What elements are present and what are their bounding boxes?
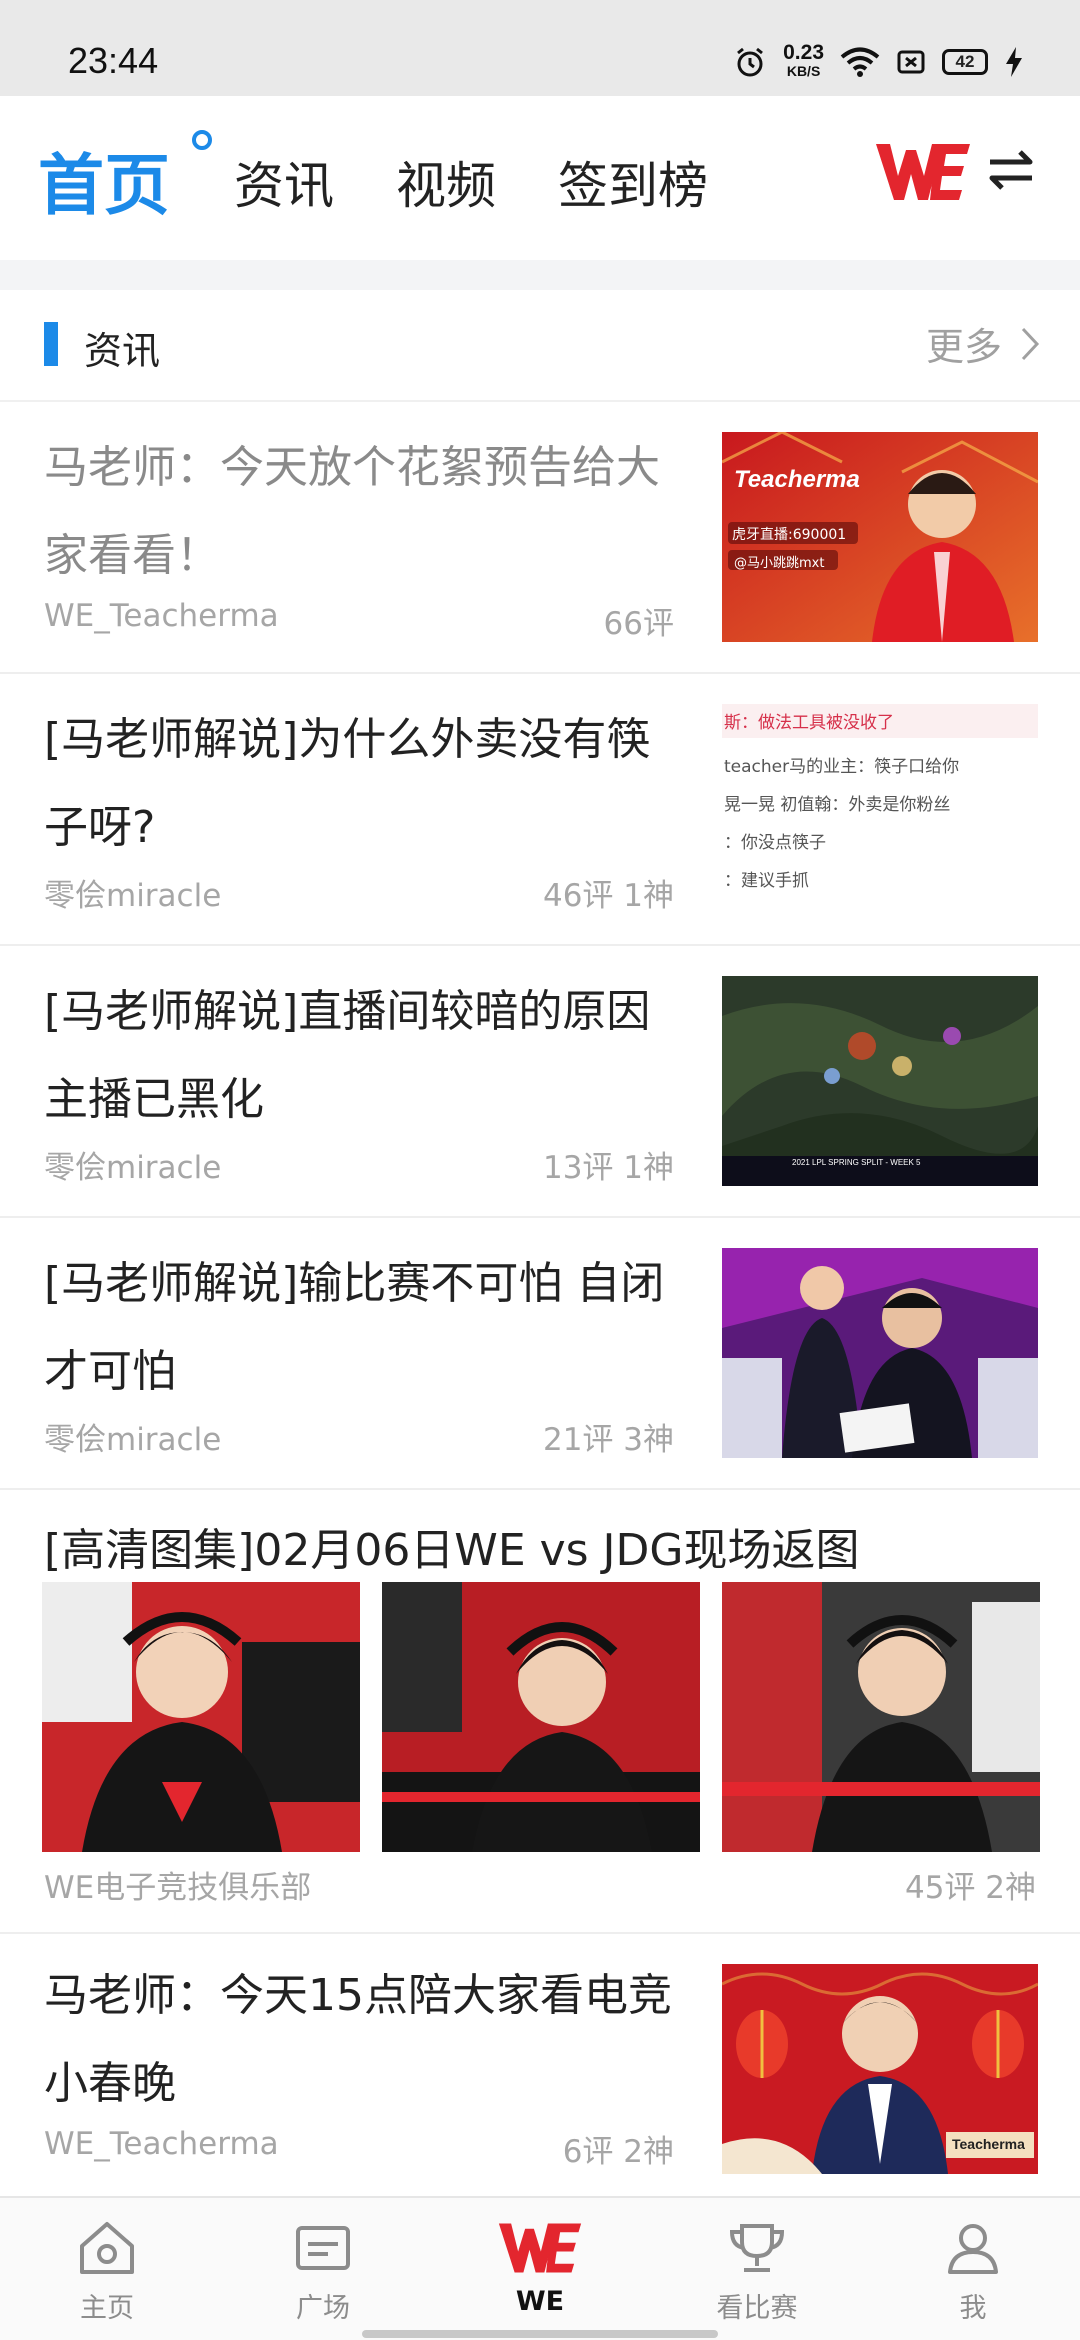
news-title: [马老师解说]为什么外卖没有筷子呀?	[44, 714, 651, 853]
tab-checkin-rank[interactable]: 签到榜	[558, 146, 708, 218]
no-sim-icon	[897, 50, 925, 74]
chat-line: teacher马的业主：筷子口给你	[724, 757, 960, 777]
chevron-right-icon	[1021, 327, 1040, 360]
news-title: [马老师解说]直播间较暗的原因 主播已黑化	[44, 986, 651, 1125]
bottom-nav: 主页 广场 WE 看比赛 我	[0, 2196, 1080, 2340]
news-item[interactable]: 马老师：今天放个花絮预告给大家看看！ WE_Teacherma 66评 Teac…	[0, 402, 1080, 674]
divider-band	[0, 260, 1080, 290]
thumb-caption: Teacherma	[734, 466, 860, 493]
status-icons: 0.23 KB/S 42	[733, 41, 1024, 80]
bottom-nav-matches[interactable]: 看比赛	[682, 2220, 832, 2325]
status-bar: 23:44 0.23 KB/S 42	[0, 0, 1080, 96]
news-title: 马老师：今天放个花絮预告给大家看看！	[44, 442, 660, 581]
top-nav: 首页 资讯 视频 签到榜	[0, 96, 1080, 260]
bottom-nav-we[interactable]: WE	[465, 2220, 615, 2317]
bottom-nav-label: 广场	[296, 2293, 350, 2324]
tab-video[interactable]: 视频	[396, 146, 496, 218]
gallery-title: [高清图集]02月06日WE vs JDG现场返图	[44, 1525, 860, 1576]
net-speed-value: 0.23	[783, 41, 824, 64]
bottom-nav-label: 看比赛	[716, 2293, 798, 2324]
square-icon	[296, 2226, 350, 2270]
chat-line: 晃一晃 初值翰：外卖是你粉丝	[724, 795, 951, 815]
charging-icon	[1006, 47, 1022, 77]
chat-line: ：建议手抓	[724, 871, 809, 891]
thumb-caption: Teacherma	[952, 2136, 1025, 2152]
bottom-nav-profile[interactable]: 我	[898, 2220, 1048, 2325]
we-logo-icon	[498, 2223, 582, 2273]
news-author: 零侩miracle	[44, 878, 222, 914]
news-thumbnail: 2021 LPL SPRING SPLIT - WEEK 5	[722, 976, 1038, 1186]
gallery-stats: 45评 2神	[904, 1870, 1036, 1906]
net-speed: 0.23 KB/S	[783, 41, 824, 80]
trophy-icon	[729, 2224, 785, 2272]
gallery-image	[42, 1582, 360, 1852]
more-label: 更多	[925, 325, 1002, 369]
news-stats: 13评 1神	[542, 1150, 674, 1186]
we-logo-icon[interactable]	[876, 140, 970, 204]
bottom-nav-label: 主页	[80, 2293, 134, 2324]
section-accent-bar	[44, 322, 58, 366]
thumb-subcaption: @马小跳跳mxt	[734, 556, 825, 571]
chat-line: ：你没点筷子	[724, 833, 826, 853]
switch-icon[interactable]	[988, 148, 1034, 192]
gallery-image	[382, 1582, 700, 1852]
bottom-nav-home[interactable]: 主页	[32, 2220, 182, 2325]
news-stats: 46评 1神	[542, 878, 674, 914]
more-link[interactable]: 更多	[926, 316, 1040, 371]
news-author: 零侩miracle	[44, 1150, 222, 1186]
news-author: WE_Teacherma	[44, 598, 279, 634]
news-item[interactable]: [马老师解说]输比赛不可怕 自闭才可怕 零侩miracle 21评 3神	[0, 1218, 1080, 1490]
alarm-icon	[737, 47, 764, 77]
net-speed-unit: KB/S	[786, 63, 821, 79]
battery-level: 42	[942, 49, 988, 75]
thumb-subcaption: 虎牙直播:690001	[732, 527, 847, 543]
thumb-caption: 2021 LPL SPRING SPLIT - WEEK 5	[792, 1158, 921, 1167]
news-author: WE_Teacherma	[44, 2126, 279, 2162]
news-thumbnail: Teacherma 虎牙直播:690001 @马小跳跳mxt	[722, 432, 1038, 642]
bottom-nav-square[interactable]: 广场	[248, 2220, 398, 2325]
status-time: 23:44	[68, 40, 159, 81]
news-item[interactable]: [马老师解说]直播间较暗的原因 主播已黑化 零侩miracle 13评 1神 2…	[0, 946, 1080, 1218]
news-thumbnail: 斯：做法工具被没收了 teacher马的业主：筷子口给你 晃一晃 初值翰：外卖是…	[722, 704, 1038, 914]
news-stats: 66评	[603, 606, 674, 642]
bottom-nav-label: WE	[515, 2286, 565, 2317]
news-title: [马老师解说]输比赛不可怕 自闭才可怕	[44, 1258, 665, 1397]
gallery-image	[722, 1582, 1040, 1852]
home-indicator[interactable]	[362, 2330, 718, 2338]
tab-news[interactable]: 资讯	[234, 146, 334, 218]
home-icon	[80, 2222, 134, 2274]
news-item[interactable]: 马老师：今天15点陪大家看电竞小春晚 WE_Teacherma 6评 2神 Te…	[0, 1934, 1080, 2196]
active-tab-dot	[192, 130, 212, 150]
news-item[interactable]: [马老师解说]为什么外卖没有筷子呀? 零侩miracle 46评 1神 斯：做法…	[0, 674, 1080, 946]
news-stats: 21评 3神	[542, 1422, 674, 1458]
news-title: 马老师：今天15点陪大家看电竞小春晚	[44, 1970, 672, 2109]
news-stats: 6评 2神	[562, 2134, 674, 2170]
profile-icon	[948, 2224, 998, 2274]
news-thumbnail: Teacherma	[722, 1964, 1038, 2174]
chat-line: 斯：做法工具被没收了	[724, 713, 894, 733]
news-author: 零侩miracle	[44, 1422, 222, 1458]
gallery-author: WE电子竞技俱乐部	[44, 1870, 312, 1906]
wifi-icon	[840, 47, 880, 77]
section-header: 资讯 更多	[0, 290, 1080, 402]
section-title: 资讯	[84, 329, 161, 373]
tab-home[interactable]: 首页	[38, 132, 170, 228]
gallery-item[interactable]: [高清图集]02月06日WE vs JDG现场返图 WE电子竞技俱乐部 45评 …	[0, 1490, 1080, 1934]
bottom-nav-label: 我	[959, 2293, 987, 2324]
news-thumbnail	[722, 1248, 1038, 1458]
battery-icon: 42	[942, 49, 988, 75]
